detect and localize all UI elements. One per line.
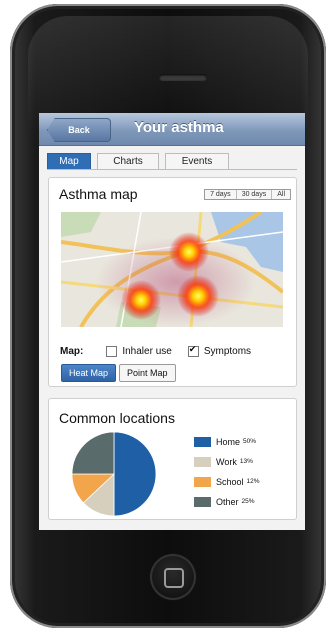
asthma-map-card: Asthma map 7 days 30 days All Map: Inhal… bbox=[48, 177, 297, 387]
inhaler-use-label: Inhaler use bbox=[122, 346, 172, 357]
inhaler-use-checkbox[interactable] bbox=[106, 346, 118, 357]
heat-map-view[interactable] bbox=[61, 212, 283, 327]
home-button[interactable] bbox=[150, 554, 196, 600]
school-percent: 12% bbox=[246, 478, 260, 485]
legend-item-work: Work 13% bbox=[194, 455, 260, 468]
point-map-button[interactable]: Point Map bbox=[119, 364, 176, 382]
home-percent: 50% bbox=[243, 438, 257, 445]
navigation-bar: Back Your asthma bbox=[39, 113, 305, 146]
date-range-selector: 7 days 30 days All bbox=[204, 189, 291, 200]
range-30-days[interactable]: 30 days bbox=[237, 190, 273, 199]
work-swatch bbox=[194, 456, 211, 467]
map-graphic bbox=[61, 212, 283, 327]
pie-slice-other bbox=[71, 431, 115, 475]
range-7-days[interactable]: 7 days bbox=[205, 190, 237, 199]
tab-bar: Map Charts Events bbox=[47, 153, 229, 170]
symptoms-checkbox[interactable] bbox=[187, 344, 199, 357]
locations-pie-chart bbox=[71, 431, 157, 517]
pie-slice-home bbox=[113, 431, 157, 517]
other-label: Other bbox=[216, 496, 239, 507]
work-percent: 13% bbox=[239, 458, 253, 465]
home-button-icon bbox=[164, 568, 184, 588]
home-label: Home bbox=[216, 436, 241, 447]
legend-item-home: Home 50% bbox=[194, 435, 260, 448]
map-card-title: Asthma map bbox=[59, 186, 138, 202]
speaker-grill bbox=[159, 74, 207, 81]
legend-item-other: Other 25% bbox=[194, 495, 260, 508]
school-label: School bbox=[216, 476, 244, 487]
range-all[interactable]: All bbox=[272, 190, 290, 199]
tab-divider bbox=[47, 169, 297, 170]
common-locations-card: Common locations Home 50% Work 13% Schoo… bbox=[48, 398, 297, 520]
tab-charts[interactable]: Charts bbox=[97, 153, 159, 170]
back-button[interactable]: Back bbox=[47, 118, 111, 142]
legend-item-school: School 12% bbox=[194, 475, 260, 488]
map-filter-label: Map: bbox=[60, 346, 84, 357]
home-swatch bbox=[194, 436, 211, 447]
map-view-toggle: Heat Map Point Map bbox=[61, 364, 179, 382]
school-swatch bbox=[194, 476, 211, 487]
app-screen: Back Your asthma Map Charts Events Asthm… bbox=[39, 113, 305, 530]
tab-events[interactable]: Events bbox=[165, 153, 229, 170]
work-label: Work bbox=[216, 456, 237, 467]
locations-legend: Home 50% Work 13% School 12% Other 25% bbox=[194, 435, 260, 515]
map-filter-row: Map: Inhaler use Symptoms bbox=[60, 344, 252, 357]
locations-card-title: Common locations bbox=[59, 410, 175, 426]
tab-map[interactable]: Map bbox=[47, 153, 91, 170]
other-swatch bbox=[194, 496, 211, 507]
page-title: Your asthma bbox=[134, 119, 224, 136]
symptoms-label: Symptoms bbox=[203, 346, 252, 357]
other-percent: 25% bbox=[241, 498, 255, 505]
heat-map-button[interactable]: Heat Map bbox=[61, 364, 117, 382]
